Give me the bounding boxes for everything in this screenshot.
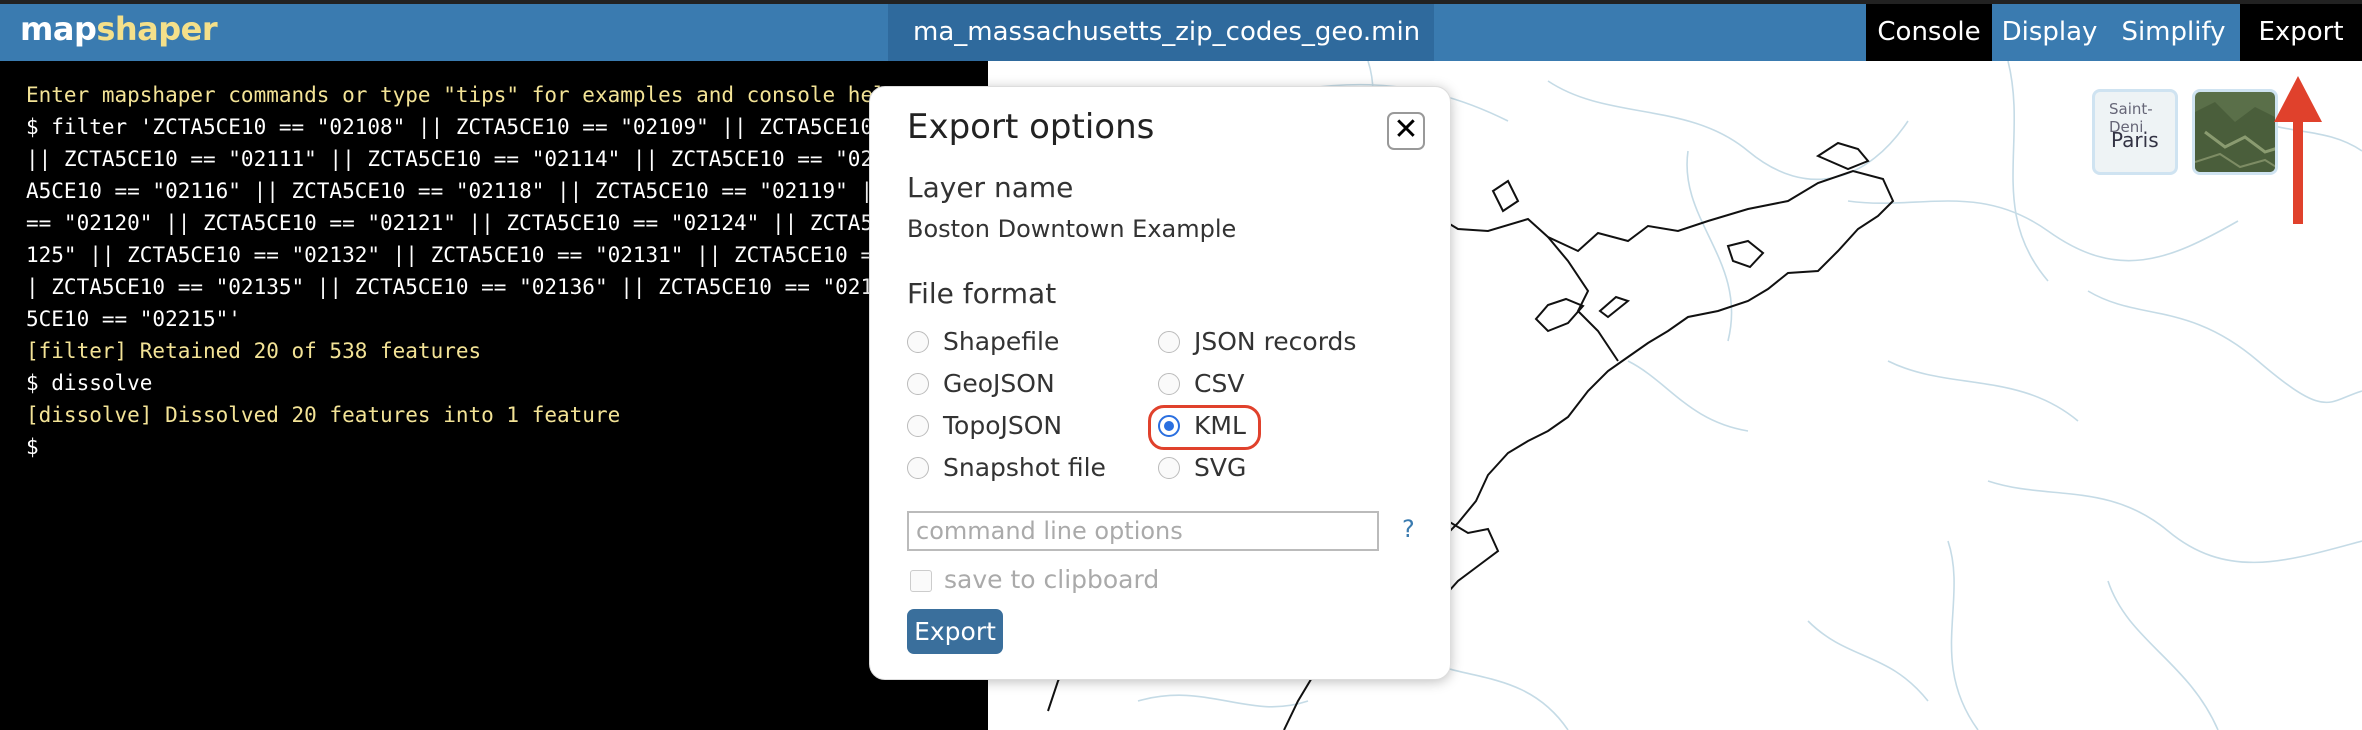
display-button[interactable]: Display <box>1992 4 2107 61</box>
export-button[interactable]: Export <box>2240 4 2362 61</box>
console-command: 125" || ZCTA5CE10 == "02132" || ZCTA5CE1… <box>26 243 987 267</box>
console-message: [dissolve] Dissolved 20 features into 1 … <box>26 403 621 427</box>
layer-name-value: Boston Downtown Example <box>907 215 1237 243</box>
close-icon: ✕ <box>1393 112 1419 147</box>
console-command: == "02120" || ZCTA5CE10 == "02121" || ZC… <box>26 211 988 235</box>
console-command: A5CE10 == "02116" || ZCTA5CE10 == "02118… <box>26 179 988 203</box>
save-to-clipboard-checkbox[interactable] <box>910 570 932 592</box>
save-to-clipboard-label: save to clipboard <box>944 565 1160 594</box>
terrain-image <box>2195 102 2275 172</box>
export-submit-button[interactable]: Export <box>907 609 1003 654</box>
close-button[interactable]: ✕ <box>1387 112 1425 150</box>
console-command: $ <box>26 435 39 459</box>
radio-topojson[interactable] <box>907 415 929 437</box>
simplify-button[interactable]: Simplify <box>2107 4 2240 61</box>
basemap-streets-thumbnail[interactable]: Saint-Deni Paris <box>2092 89 2178 175</box>
mapshaper-logo: mapshaper <box>20 10 218 48</box>
radio-snapshot[interactable] <box>907 457 929 479</box>
file-format-label: File format <box>907 277 1057 310</box>
console-button[interactable]: Console <box>1866 4 1992 61</box>
layer-name: ma_massachusetts_zip_codes_geo.min <box>913 17 1421 47</box>
console-command: | ZCTA5CE10 == "02135" || ZCTA5CE10 == "… <box>26 275 988 299</box>
export-options-dialog: Export options ✕ Layer name Boston Downt… <box>869 86 1451 680</box>
layer-name-label: Layer name <box>907 171 1074 204</box>
radio-shapefile[interactable] <box>907 331 929 353</box>
basemap-satellite-thumbnail[interactable] <box>2192 89 2278 175</box>
console-panel[interactable]: Enter mapshaper commands or type "tips" … <box>0 61 988 730</box>
radio-csv[interactable] <box>1158 373 1180 395</box>
kml-highlight-annotation <box>1148 405 1261 450</box>
red-arrow-annotation <box>2274 76 2322 224</box>
console-command: 5CE10 == "02215"' <box>26 307 241 331</box>
console-command: $ dissolve <box>26 371 153 395</box>
console-message: Enter mapshaper commands or type "tips" … <box>26 83 899 107</box>
help-link[interactable]: ? <box>1402 515 1415 543</box>
console-message: [filter] Retained 20 of 538 features <box>26 339 482 363</box>
dialog-title: Export options <box>907 107 1155 147</box>
radio-json-records[interactable] <box>1158 331 1180 353</box>
radio-svg[interactable] <box>1158 457 1180 479</box>
console-command: $ filter 'ZCTA5CE10 == "02108" || ZCTA5C… <box>26 115 988 139</box>
top-bar: mapshaper ma_massachusetts_zip_codes_geo… <box>0 0 2362 103</box>
command-line-options-input[interactable]: command line options <box>907 511 1379 551</box>
radio-geojson[interactable] <box>907 373 929 395</box>
console-command: || ZCTA5CE10 == "02111" || ZCTA5CE10 == … <box>26 147 988 171</box>
layer-selector[interactable]: ma_massachusetts_zip_codes_geo.min ▼ <box>888 4 1434 103</box>
